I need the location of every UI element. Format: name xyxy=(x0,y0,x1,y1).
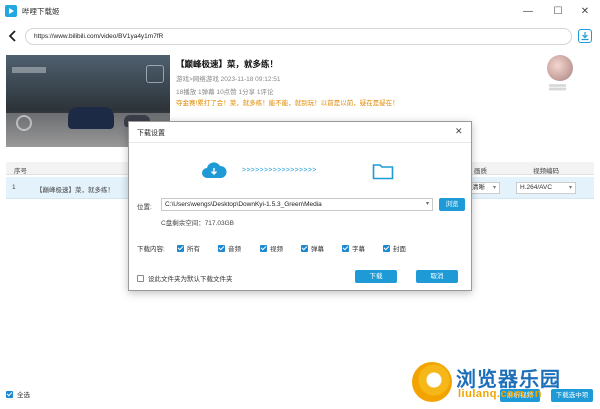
app-title: 哔哩下载姬 xyxy=(22,7,60,16)
app-logo-icon xyxy=(5,5,17,17)
option-all-checkbox[interactable]: 所有 xyxy=(177,243,200,253)
chevron-down-icon: ▾ xyxy=(568,185,572,191)
download-content-label: 下载内容: xyxy=(137,246,165,253)
video-meta: 游戏>网络游戏 2023-11-18 09:12:51 xyxy=(176,76,281,83)
dialog-cancel-button[interactable]: 取消 xyxy=(416,270,458,283)
uploader-avatar[interactable] xyxy=(547,55,573,81)
dialog-close-icon[interactable]: ✕ xyxy=(455,126,463,137)
video-description: 夺金赛!累打了会！菜，就多练！能不能，就别玩！以前是以前，疑在是疑在！ xyxy=(176,100,399,107)
header-index: 序号 xyxy=(14,168,27,175)
video-title: 【巅峰极速】菜，就多练！ xyxy=(176,59,279,69)
quality-select[interactable]: 清晰 ▾ xyxy=(468,182,500,194)
checkbox-checked-icon[interactable] xyxy=(6,390,13,398)
option-cover-checkbox[interactable]: 封面 xyxy=(383,243,406,253)
dialog-download-button[interactable]: 下载 xyxy=(355,270,397,283)
codec-select[interactable]: H.264/AVC ▾ xyxy=(516,182,576,194)
close-button[interactable]: ✕ xyxy=(577,4,593,18)
option-audio-checkbox[interactable]: 音频 xyxy=(218,243,241,253)
folder-icon xyxy=(372,162,394,180)
option-danmaku-checkbox[interactable]: 弹幕 xyxy=(301,243,324,253)
uploader-name: ▒▒▒▒ xyxy=(549,85,567,91)
download-icon[interactable] xyxy=(578,29,592,43)
chevron-down-icon: ▾ xyxy=(425,201,429,207)
back-arrow-icon[interactable] xyxy=(7,29,19,43)
select-all-checkbox[interactable]: 全选 xyxy=(6,389,30,399)
header-quality: 画质 xyxy=(474,168,487,175)
title-bar: 哔哩下载姬 — ☐ ✕ xyxy=(0,0,600,23)
row-title: 【巅峰极速】菜，就多练！ xyxy=(36,187,114,194)
browse-button[interactable]: 浏览 xyxy=(439,198,465,211)
header-codec: 视频编码 xyxy=(533,168,559,175)
video-stats: 18播放 1弹幕 10点赞 1分享 1评论 xyxy=(176,89,274,96)
site-watermark: 浏览器乐园 liulanq.com.cn xyxy=(412,358,600,409)
cloud-download-icon xyxy=(201,160,227,180)
download-path-select[interactable]: C:\Users\wengs\Desktop\DownKyi-1.5.3_Gre… xyxy=(161,198,433,211)
maximize-button[interactable]: ☐ xyxy=(550,4,566,18)
download-settings-dialog: 下载设置 ✕ >>>>>>>>>>>>>>>>> 位置: C:\Users\we… xyxy=(128,121,472,291)
dialog-title: 下载设置 xyxy=(137,130,165,137)
option-video-checkbox[interactable]: 视频 xyxy=(260,243,283,253)
disk-free-space: C盘剩余空间：717.03GB xyxy=(161,220,234,227)
url-input[interactable]: https://www.bilibili.com/video/BV1ya4y1m… xyxy=(25,28,572,45)
address-bar: https://www.bilibili.com/video/BV1ya4y1m… xyxy=(0,24,600,48)
option-subtitle-checkbox[interactable]: 字幕 xyxy=(342,243,365,253)
chevron-down-icon: ▾ xyxy=(492,185,496,191)
watermark-logo-icon xyxy=(412,362,452,402)
minimize-button[interactable]: — xyxy=(520,4,536,18)
row-index: 1 xyxy=(12,184,16,191)
default-folder-checkbox[interactable]: 设此文件夹为默认下载文件夹 xyxy=(137,273,233,283)
location-label: 位置: xyxy=(137,204,152,211)
progress-arrows: >>>>>>>>>>>>>>>>> xyxy=(242,167,317,174)
